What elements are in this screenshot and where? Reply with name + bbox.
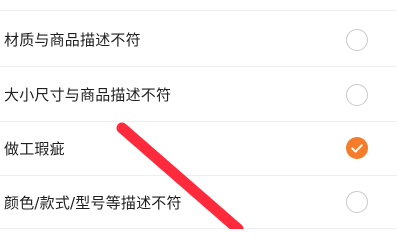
radio-unchecked[interactable] [346, 191, 368, 213]
reason-row-color-style-model-mismatch[interactable]: 颜色/款式/型号等描述不符 [0, 176, 397, 230]
checkmark-icon [351, 144, 363, 153]
reason-label: 做工瑕疵 [4, 140, 65, 158]
return-reason-list: 材质与商品描述不符 大小尺寸与商品描述不符 做工瑕疵 颜色/款式/型号等描述不符 [0, 0, 397, 229]
reason-row-size-mismatch[interactable]: 大小尺寸与商品描述不符 [0, 67, 397, 121]
radio-unchecked[interactable] [346, 29, 368, 51]
radio-checked[interactable] [346, 137, 368, 159]
reason-label: 大小尺寸与商品描述不符 [4, 86, 172, 104]
reason-row-material-mismatch[interactable]: 材质与商品描述不符 [0, 13, 397, 67]
reason-row-workmanship-defect[interactable]: 做工瑕疵 [0, 122, 397, 176]
row-divider [0, 10, 397, 11]
reason-label: 颜色/款式/型号等描述不符 [4, 194, 182, 212]
row-divider [0, 228, 397, 229]
radio-unchecked[interactable] [346, 84, 368, 106]
reason-label: 材质与商品描述不符 [4, 31, 141, 49]
